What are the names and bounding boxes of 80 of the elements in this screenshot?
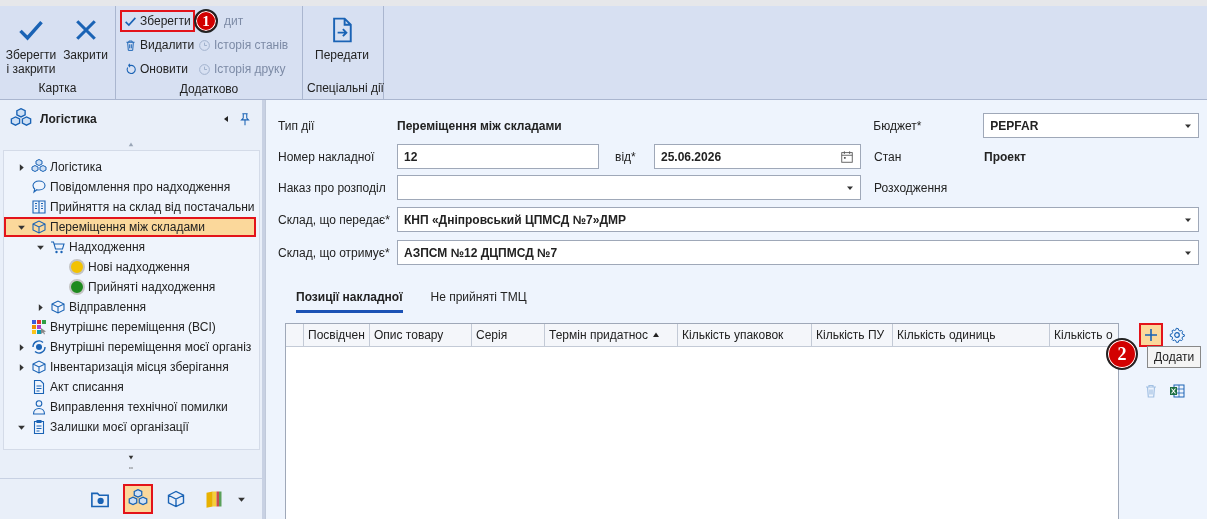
trash-icon xyxy=(1143,383,1159,399)
tree-item[interactable]: Логістика xyxy=(4,157,256,177)
group-label: Спеціальні дії xyxy=(306,80,383,97)
tooltip: Додати xyxy=(1147,346,1202,368)
column-header[interactable]: Серія xyxy=(472,324,545,346)
cart-icon xyxy=(50,239,66,255)
settings-icon xyxy=(1169,327,1185,343)
box-icon xyxy=(166,489,186,509)
spreadsheet-icon xyxy=(1169,383,1185,399)
books-icon xyxy=(204,489,224,509)
module-button[interactable] xyxy=(123,484,153,514)
dropdown-field[interactable]: АЗПСМ №12 ДЦПМСД №7 xyxy=(397,240,1199,265)
clipboard-icon xyxy=(31,419,47,435)
tree-item[interactable]: Надходження xyxy=(4,237,256,257)
tree-item[interactable]: Інвентаризація місця зберігання xyxy=(4,357,256,377)
toolbar-button[interactable]: Зберегти і закрити xyxy=(4,10,58,79)
column-header[interactable]: Кількість ПУ xyxy=(812,324,893,346)
scroll-down-icon[interactable] xyxy=(126,455,136,461)
callout-badge: 2 xyxy=(1106,338,1138,370)
group-label: Додатково xyxy=(178,81,240,98)
column-header[interactable]: Кількість упаковок xyxy=(678,324,812,346)
tree-item[interactable]: Прийняття на склад від постачальни xyxy=(4,197,256,217)
field-label: від* xyxy=(615,149,637,164)
calendar-icon[interactable] xyxy=(840,149,854,164)
add-button[interactable] xyxy=(1139,323,1163,347)
tree-item[interactable]: Переміщення між складами xyxy=(4,217,256,237)
column-header[interactable]: Посвідчен xyxy=(304,324,370,346)
dropdown-field[interactable] xyxy=(397,175,861,200)
field-label: Бюджет* xyxy=(873,118,923,133)
tree-item[interactable]: Залишки моєї організації xyxy=(4,417,256,437)
field-value: Проект xyxy=(984,149,1026,164)
panel-title: Логістика xyxy=(40,112,98,126)
tree-item[interactable]: Внутрішні переміщення моєї організ xyxy=(4,337,256,357)
tree-item[interactable]: Виправлення технічної помилки xyxy=(4,397,256,417)
tab[interactable]: Позиції накладної xyxy=(296,287,403,313)
cubes-icon xyxy=(31,159,47,175)
color-grid-icon xyxy=(31,319,47,335)
speech-bubble-icon xyxy=(31,179,47,195)
clock-icon xyxy=(198,38,211,52)
building-icon xyxy=(31,199,47,215)
tree-item[interactable]: Нові надходження xyxy=(4,257,256,277)
circular-arrows-icon xyxy=(31,339,47,355)
toolbar-button[interactable]: Закрити xyxy=(60,10,111,79)
pin-icon[interactable] xyxy=(238,112,252,126)
toolbar-button[interactable]: Зберегти xyxy=(120,10,195,32)
column-header[interactable]: Термін придатнос xyxy=(545,324,678,346)
refresh-icon xyxy=(124,62,137,76)
toolbar-button[interactable]: Оновити xyxy=(120,58,192,80)
field-value: Переміщення між складами xyxy=(397,118,563,133)
field-label: Розходження xyxy=(874,180,949,195)
toolbar-button[interactable]: Передати xyxy=(307,10,377,79)
field-label: Склад, що передає* xyxy=(278,212,391,227)
plus-icon xyxy=(1143,327,1159,343)
tree-item[interactable]: Повідомлення про надходження xyxy=(4,177,256,197)
trash-icon xyxy=(124,38,137,52)
box-icon xyxy=(31,219,47,235)
field-label: Номер накладної xyxy=(278,149,376,164)
tree-item[interactable]: Відправлення xyxy=(4,297,256,317)
group-label: Картка xyxy=(37,80,78,97)
callout-badge: 1 xyxy=(194,9,218,33)
input-field[interactable]: 12 xyxy=(397,144,599,169)
field-label: Тип дії xyxy=(278,118,316,133)
field-label: Склад, що отримує* xyxy=(278,245,391,260)
collapse-arrow-icon[interactable] xyxy=(222,114,230,124)
column-header[interactable]: Опис товару xyxy=(370,324,472,346)
person-icon xyxy=(31,399,47,415)
column-header[interactable]: Кількість одиниць xyxy=(893,324,1050,346)
field-label: Стан xyxy=(874,149,903,164)
tree-item[interactable]: Прийняті надходження xyxy=(4,277,256,297)
document-icon xyxy=(31,379,47,395)
tree-item[interactable]: Акт списання xyxy=(4,377,256,397)
tree-item[interactable]: Внутрішнє переміщення (ВСІ) xyxy=(4,317,256,337)
dropdown-field[interactable]: PEPFAR xyxy=(983,113,1199,138)
box-icon xyxy=(50,299,66,315)
clock-icon xyxy=(198,62,211,76)
field-label: Наказ про розподіл xyxy=(278,180,387,195)
dropdown-field[interactable]: КНП «Дніпровський ЦПМСД №7»ДМР xyxy=(397,207,1199,232)
box-icon xyxy=(31,359,47,375)
tab[interactable]: Не прийняті ТМЦ xyxy=(430,287,527,313)
date-field[interactable]: 25.06.2026 xyxy=(654,144,861,169)
